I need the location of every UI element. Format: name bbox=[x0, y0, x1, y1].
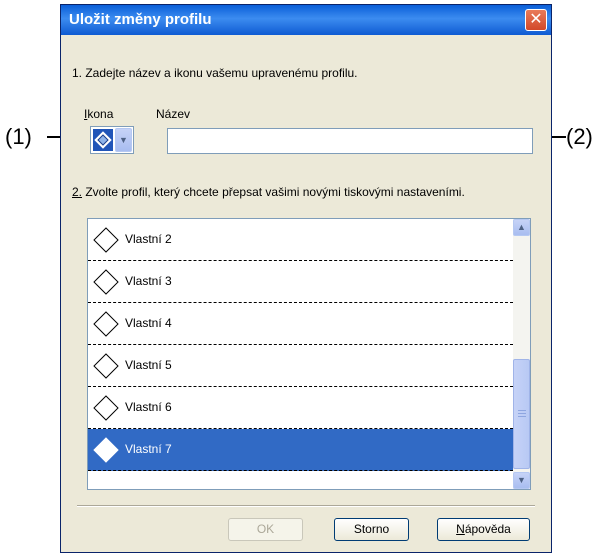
document-diamond-icon bbox=[93, 129, 113, 151]
list-item-label: Vlastní 5 bbox=[125, 358, 172, 372]
profile-name-input[interactable] bbox=[167, 128, 533, 154]
save-profile-dialog: Uložit změny profilu ✕ 1. Zadejte název … bbox=[60, 4, 552, 553]
list-item[interactable]: Vlastní 6 bbox=[88, 387, 513, 429]
chevron-up-icon[interactable]: ▲ bbox=[513, 219, 530, 236]
diamond-icon bbox=[93, 227, 119, 253]
ok-button[interactable]: OK bbox=[228, 518, 303, 541]
diamond-icon bbox=[93, 311, 119, 337]
diamond-icon bbox=[93, 269, 119, 295]
list-item-label: Vlastní 7 bbox=[125, 442, 172, 456]
list-scrollbar[interactable]: ▲ ▼ bbox=[513, 219, 530, 489]
title-bar[interactable]: Uložit změny profilu ✕ bbox=[61, 5, 551, 35]
list-item-label: Vlastní 4 bbox=[125, 316, 172, 330]
help-button[interactable]: Nápověda bbox=[437, 518, 530, 541]
callout-label-icon: (1) bbox=[5, 124, 32, 149]
icon-label: Ikona bbox=[84, 107, 114, 121]
step2-instruction: 2. Zvolte profil, který chcete přepsat v… bbox=[72, 185, 465, 199]
dialog-title: Uložit změny profilu bbox=[69, 11, 212, 28]
chevron-down-icon[interactable]: ▼ bbox=[115, 128, 132, 152]
list-item[interactable]: Vlastní 3 bbox=[88, 261, 513, 303]
icon-dropdown[interactable]: ▼ bbox=[90, 126, 134, 154]
list-item[interactable]: Vlastní 2 bbox=[88, 219, 513, 261]
name-label: Název bbox=[156, 107, 191, 121]
list-item-selected[interactable]: Vlastní 7 bbox=[88, 429, 513, 471]
list-item-label: Vlastní 6 bbox=[125, 400, 172, 414]
list-item-label: Vlastní 3 bbox=[125, 274, 172, 288]
close-button[interactable]: ✕ bbox=[525, 9, 547, 31]
list-item[interactable]: Vlastní 5 bbox=[88, 345, 513, 387]
diamond-icon bbox=[93, 437, 119, 463]
chevron-down-icon[interactable]: ▼ bbox=[513, 472, 530, 489]
cancel-button[interactable]: Storno bbox=[334, 518, 409, 541]
footer-divider bbox=[77, 505, 535, 507]
list-item[interactable]: Vlastní 4 bbox=[88, 303, 513, 345]
scrollbar-thumb[interactable] bbox=[513, 359, 530, 469]
close-icon: ✕ bbox=[529, 11, 543, 28]
callout-label-name: (2) bbox=[566, 124, 593, 149]
step1-instruction: 1. Zadejte název a ikonu vašemu upravené… bbox=[72, 66, 358, 80]
profile-list[interactable]: Vlastní 2 Vlastní 3 Vlastní 4 Vlastní 5 … bbox=[87, 218, 531, 490]
list-item-label: Vlastní 2 bbox=[125, 232, 172, 246]
diamond-icon bbox=[93, 395, 119, 421]
diamond-icon bbox=[93, 353, 119, 379]
